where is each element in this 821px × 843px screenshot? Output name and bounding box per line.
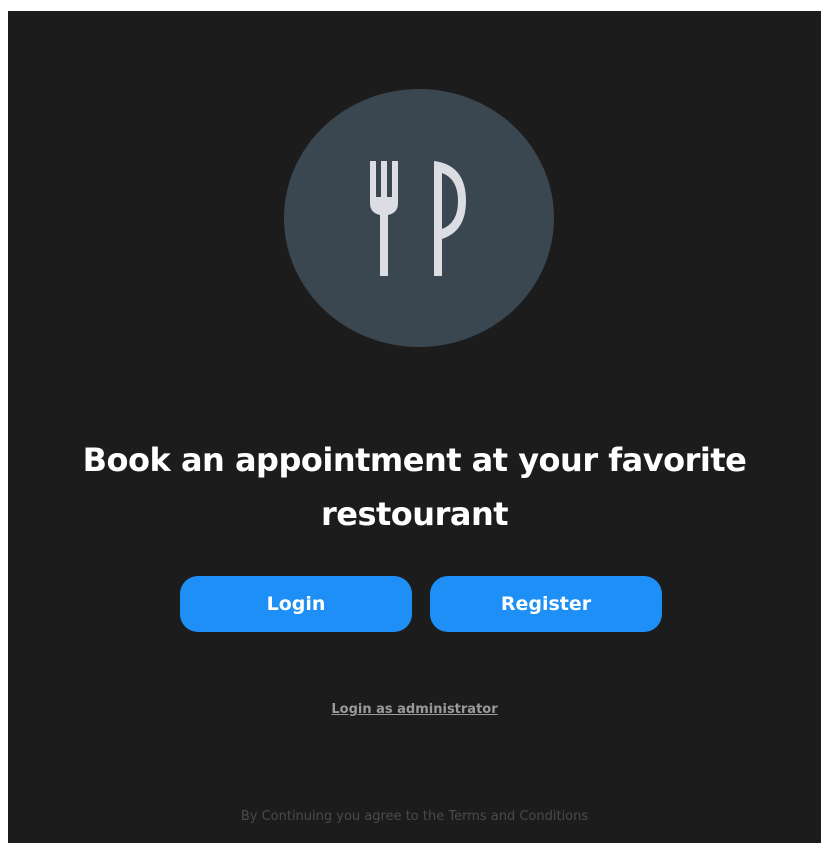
restaurant-logo [284, 89, 554, 347]
headline-line-2: restourant [320, 495, 509, 533]
admin-login-link[interactable]: Login as administrator [331, 702, 497, 717]
welcome-screen: Book an appointment at your favorite res… [8, 11, 821, 843]
register-button[interactable]: Register [430, 576, 662, 632]
page-title: Book an appointment at your favorite res… [8, 433, 821, 541]
headline-line-1: Book an appointment at your favorite [82, 441, 747, 479]
admin-login-container: Login as administrator [8, 702, 821, 717]
login-button[interactable]: Login [180, 576, 412, 632]
terms-notice: By Continuing you agree to the Terms and… [240, 809, 589, 824]
fork-knife-icon [370, 161, 466, 276]
